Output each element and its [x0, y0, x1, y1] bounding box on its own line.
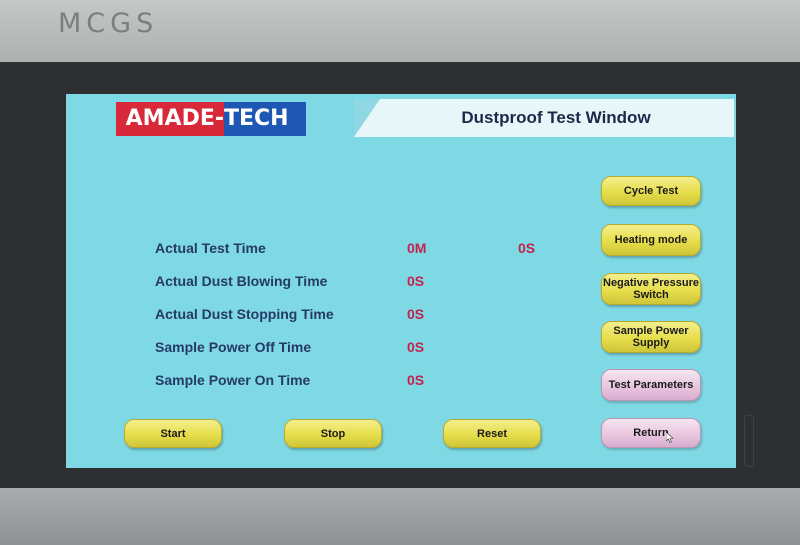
label-actual-dust-blowing-time: Actual Dust Blowing Time: [155, 273, 328, 289]
hmi-screen: AMADE- TECH Dustproof Test Window Actual…: [66, 94, 736, 468]
stop-button[interactable]: Stop: [284, 419, 382, 448]
return-button[interactable]: Return: [601, 418, 701, 448]
value-actual-dust-stopping-time: 0S: [407, 306, 425, 322]
reset-button[interactable]: Reset: [443, 419, 541, 448]
heating-mode-button[interactable]: Heating mode: [601, 224, 701, 256]
logo-left-part: AMADE-: [116, 102, 224, 136]
negative-pressure-switch-button[interactable]: Negative Pressure Switch: [601, 273, 701, 305]
value-actual-test-time-seconds: 0S: [518, 240, 536, 256]
label-sample-power-on-time: Sample Power On Time: [155, 372, 311, 388]
device-side-notch: [744, 415, 754, 467]
value-actual-test-time-minutes: 0M: [407, 240, 427, 256]
device-brand: MCGS: [58, 8, 159, 39]
page-title: Dustproof Test Window: [461, 108, 651, 127]
label-actual-test-time: Actual Test Time: [155, 240, 266, 256]
test-parameters-button[interactable]: Test Parameters: [601, 369, 701, 401]
device-bezel-top: MCGS: [0, 0, 800, 62]
sample-power-supply-button[interactable]: Sample Power Supply: [601, 321, 701, 353]
label-actual-dust-stopping-time: Actual Dust Stopping Time: [155, 306, 334, 322]
start-button[interactable]: Start: [124, 419, 222, 448]
mouse-cursor-icon: [666, 432, 674, 443]
logo-right-part: TECH: [224, 102, 306, 136]
cycle-test-button[interactable]: Cycle Test: [601, 176, 701, 206]
title-banner-wedge: [354, 99, 380, 137]
value-actual-dust-blowing-time: 0S: [407, 273, 425, 289]
value-sample-power-off-time: 0S: [407, 339, 425, 355]
company-logo: AMADE- TECH: [116, 102, 306, 136]
device-bezel-bottom: [0, 488, 800, 545]
value-sample-power-on-time: 0S: [407, 372, 425, 388]
label-sample-power-off-time: Sample Power Off Time: [155, 339, 312, 355]
